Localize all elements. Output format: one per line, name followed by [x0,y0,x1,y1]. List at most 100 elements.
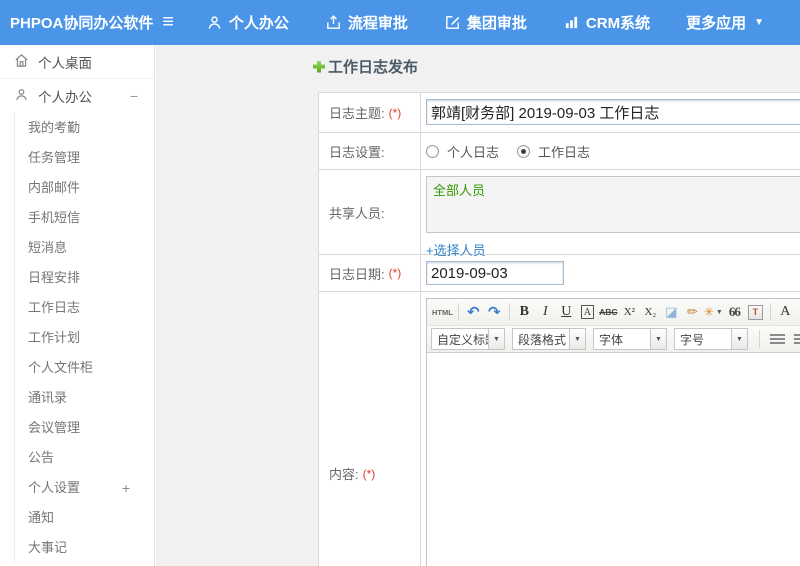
log-type-row: 日志设置: 个人日志 工作日志 [319,133,800,170]
sidebar-item-work-log[interactable]: 工作日志 [15,293,154,323]
nav-group-approval[interactable]: 集团审批 [444,12,527,33]
sidebar-item-short-message[interactable]: 短消息 [15,233,154,263]
share-members-box[interactable]: 全部人员 [426,176,800,233]
user-icon [206,14,223,31]
page-title: 工作日志发布 [156,45,800,77]
sidebar-item-personal-desktop[interactable]: 个人桌面 [0,45,154,79]
date-input[interactable] [426,261,564,285]
sidebar: 个人桌面 个人办公 − 我的考勤 任务管理 内部邮件 手机短信 短消息 日程安排… [0,45,155,566]
sidebar-item-label: 通知 [28,510,55,525]
sidebar-item-milestones[interactable]: 大事记 [15,533,154,563]
sidebar-item-personal-files[interactable]: 个人文件柜 [15,353,154,383]
font-style-box-button[interactable]: A [577,301,598,323]
html-source-button[interactable]: HTML [431,301,454,323]
dropdown-label: 自定义标题 [437,332,488,347]
share-label: 共享人员: [319,170,421,254]
bar-chart-icon [563,14,580,31]
content-row: 内容: (*) HTML ↶ ↷ B I U A ABC X² X₂ ◪ ✏ ✳… [319,292,800,566]
log-type-label: 日志设置: [319,133,421,169]
sidebar-item-label: 个人桌面 [38,55,92,71]
sidebar-item-internal-mail[interactable]: 内部邮件 [15,173,154,203]
sidebar-item-label: 工作日志 [28,300,81,315]
sidebar-item-announcement[interactable]: 公告 [15,443,154,473]
collapse-minus-icon[interactable]: − [130,88,138,104]
sidebar-item-contacts[interactable]: 通讯录 [15,383,154,413]
paste-icon: T [747,304,763,320]
sidebar-item-task-management[interactable]: 任务管理 [15,143,154,173]
nav-workflow-approval[interactable]: 流程审批 [325,12,408,33]
sidebar-item-label: 个人文件柜 [28,360,94,375]
strikethrough-button[interactable]: ABC [598,301,619,323]
sidebar-item-work-plan[interactable]: 工作计划 [15,323,154,353]
nav-crm-system[interactable]: CRM系统 [563,12,650,33]
rich-text-editor: HTML ↶ ↷ B I U A ABC X² X₂ ◪ ✏ ✳ ▼ 66 T … [426,298,800,566]
share-row: 共享人员: 全部人员 +选择人员 [319,170,800,258]
sparkle-icon: ✳ [703,305,714,319]
toolbar-separator [769,303,771,321]
caret-down-icon: ▼ [731,329,747,349]
sidebar-item-notifications[interactable]: 通知 [15,503,154,533]
expand-plus-icon[interactable]: + [122,473,130,503]
home-icon [14,53,29,71]
align-lines [769,333,785,345]
nav-more-apps[interactable]: 更多应用 ▼ [686,12,764,33]
dropdown-label: 段落格式 [518,332,567,347]
date-cell [421,255,800,291]
underline-button[interactable]: U [556,301,577,323]
sidebar-submenu: 我的考勤 任务管理 内部邮件 手机短信 短消息 日程安排 工作日志 工作计划 个… [14,113,154,563]
sidebar-item-sms[interactable]: 手机短信 [15,203,154,233]
redo-icon[interactable]: ↷ [484,301,505,323]
sidebar-item-label: 通讯录 [28,390,68,405]
format-brush-icon[interactable]: ✏ [682,301,703,323]
paragraph-format-dropdown[interactable]: 段落格式 ▼ [512,328,586,350]
nav-personal-office[interactable]: 个人办公 [206,12,289,33]
font-size-dropdown[interactable]: 字号 ▼ [674,328,748,350]
subject-cell [421,93,800,132]
superscript-button[interactable]: X² [619,301,640,323]
subject-label: 日志主题: (*) [319,93,421,132]
font-color-button[interactable]: A [775,301,796,323]
dropdown-label: 字号 [680,332,705,347]
align-left-icon[interactable] [766,328,788,350]
sidebar-item-label: 个人设置 [28,480,81,495]
dropdown-label: 字体 [599,332,624,347]
sidebar-item-personal-settings[interactable]: 个人设置 + [15,473,154,503]
italic-button[interactable]: I [535,301,556,323]
nav-label: 流程审批 [347,15,408,32]
eraser-icon[interactable]: ◪ [661,301,682,323]
sidebar-group-label: 个人办公 [38,90,92,105]
sidebar-item-label: 我的考勤 [28,120,81,135]
plus-icon [313,60,325,73]
paste-as-text-button[interactable]: T [745,301,766,323]
date-row: 日志日期: (*) [319,255,800,292]
radio-label[interactable]: 工作日志 [538,142,590,161]
required-mark: (*) [362,466,376,481]
work-log-form: 日志主题: (*) 日志设置: 个人日志 工作日志 共享人 [318,92,800,566]
radio-label[interactable]: 个人日志 [447,142,499,161]
bold-button[interactable]: B [514,301,535,323]
sidebar-group-personal-office[interactable]: 个人办公 − [0,79,154,113]
custom-heading-dropdown[interactable]: 自定义标题 ▼ [431,328,505,350]
sidebar-item-attendance[interactable]: 我的考勤 [15,113,154,143]
hamburger-menu-icon[interactable]: ≡ [162,11,174,34]
editor-toolbar-row1: HTML ↶ ↷ B I U A ABC X² X₂ ◪ ✏ ✳ ▼ 66 T … [427,299,800,326]
blockquote-button[interactable]: 66 [724,301,745,323]
radio-personal-log[interactable] [426,144,439,158]
sidebar-item-schedule[interactable]: 日程安排 [15,263,154,293]
sidebar-item-meeting-management[interactable]: 会议管理 [15,413,154,443]
undo-icon[interactable]: ↶ [463,301,484,323]
sidebar-item-label: 手机短信 [28,210,81,225]
sidebar-item-label: 任务管理 [28,150,81,165]
editor-content-area[interactable] [427,353,800,566]
toolbar-separator [508,303,510,321]
main-content: 工作日志发布 日志主题: (*) 日志设置: 个人日志 工作日志 [156,45,800,566]
sidebar-item-label: 工作计划 [28,330,81,345]
subject-input[interactable] [426,99,800,125]
user-icon [14,87,29,105]
radio-work-log[interactable] [517,144,531,158]
font-family-dropdown[interactable]: 字体 ▼ [593,328,667,350]
auto-format-icon[interactable]: ✳ ▼ [703,301,724,323]
align-center-icon[interactable] [790,328,800,350]
subscript-button[interactable]: X₂ [640,301,661,323]
editor-toolbar-row2: 自定义标题 ▼ 段落格式 ▼ 字体 ▼ 字号 ▼ [427,326,800,353]
